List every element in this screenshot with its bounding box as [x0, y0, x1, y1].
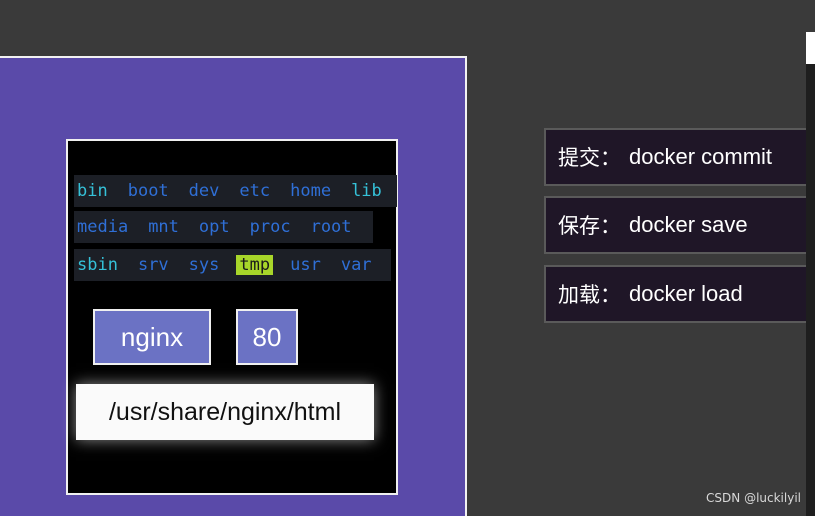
port-label: 80: [252, 321, 282, 352]
directory-lib: lib: [351, 181, 382, 201]
commit-command-box: 提交： docker commit: [544, 128, 808, 186]
directory-row-1: bin boot dev etc home lib: [74, 175, 397, 207]
volume-path-box: /usr/share/nginx/html: [76, 384, 374, 440]
directory-srv: srv: [137, 255, 169, 275]
directory-boot: boot: [127, 181, 169, 201]
container-name-label: nginx: [120, 321, 184, 352]
directory-home: home: [290, 181, 332, 201]
directory-opt: opt: [198, 217, 230, 237]
container-name-tag: nginx: [93, 309, 211, 365]
load-command: docker load: [629, 281, 743, 306]
directory-var: var: [340, 255, 372, 275]
save-command-box: 保存： docker save: [544, 196, 808, 254]
commit-separator: ：: [600, 146, 621, 170]
directory-mnt: mnt: [148, 217, 179, 237]
directory-root: root: [310, 217, 352, 237]
volume-path-label: /usr/share/nginx/html: [108, 397, 342, 426]
directory-usr: usr: [290, 255, 321, 275]
right-edge-highlight: [806, 32, 815, 64]
directory-proc: proc: [249, 217, 291, 237]
directory-dev: dev: [188, 181, 220, 201]
commit-label: 提交: [558, 146, 600, 170]
directory-sbin: sbin: [77, 255, 118, 275]
directory-media: media: [77, 217, 129, 237]
save-separator: ：: [600, 214, 621, 238]
directory-tmp: tmp: [236, 255, 274, 275]
load-command-box: 加载： docker load: [544, 265, 808, 323]
right-edge-bar: [806, 32, 815, 516]
directory-sys: sys: [188, 255, 220, 275]
load-label: 加载: [558, 283, 600, 307]
load-separator: ：: [600, 283, 621, 307]
commit-command: docker commit: [629, 144, 773, 169]
directory-row-2: media mnt opt proc root: [74, 211, 373, 243]
directory-bin: bin: [77, 181, 108, 201]
port-tag: 80: [236, 309, 298, 365]
save-command: docker save: [629, 212, 748, 237]
save-label: 保存: [558, 214, 600, 238]
directory-etc: etc: [239, 181, 271, 201]
watermark: CSDN @luckilyil: [706, 491, 801, 505]
directory-row-3: sbin srv sys tmp usr var: [74, 249, 391, 281]
